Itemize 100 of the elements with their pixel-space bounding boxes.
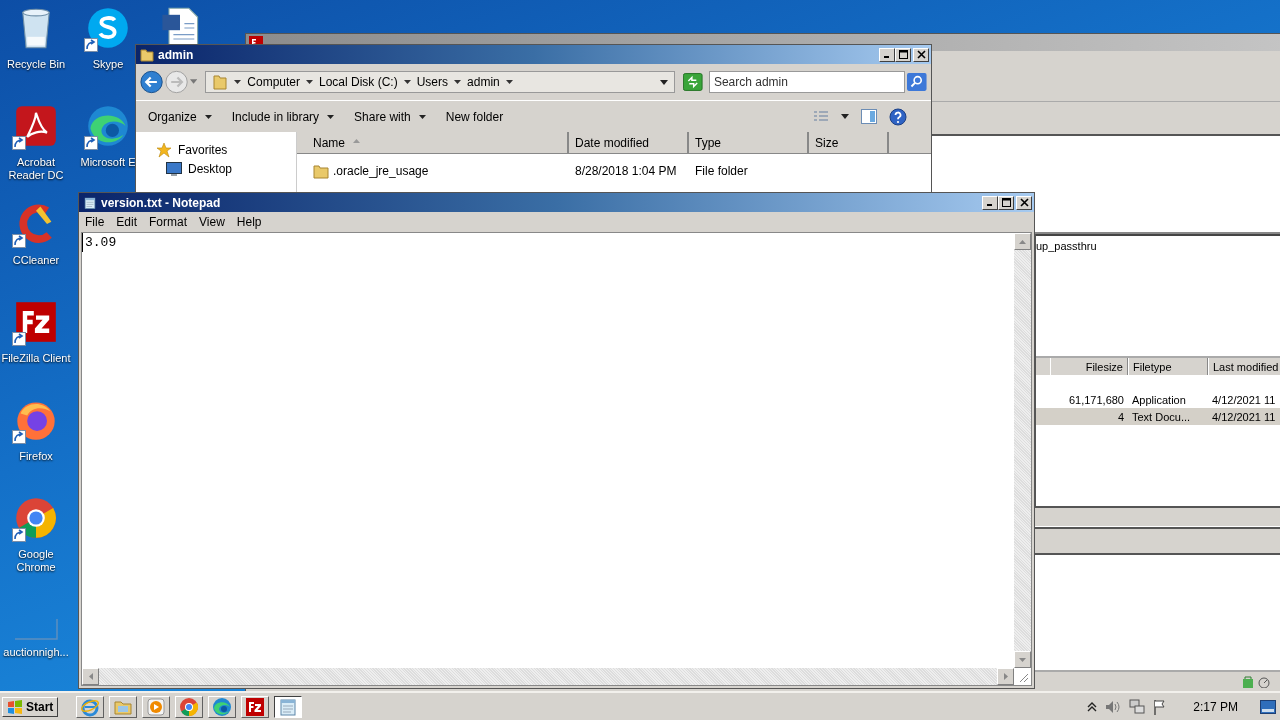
edge-icon bbox=[86, 104, 130, 148]
breadcrumb-item[interactable]: Local Disk (C:) bbox=[319, 75, 398, 89]
search-icon[interactable] bbox=[907, 72, 927, 92]
column-header[interactable]: Date modified bbox=[569, 132, 689, 153]
caret-icon[interactable] bbox=[505, 79, 513, 85]
table-cell-text: 4/12/2021 11 bbox=[1211, 410, 1277, 423]
file-name[interactable]: .oracle_jre_usage bbox=[297, 163, 569, 179]
navigation-item[interactable]: Favorites bbox=[136, 140, 296, 159]
address-bar[interactable]: Computer Local Disk (C:) Users admin bbox=[205, 71, 676, 93]
minimize-button[interactable] bbox=[879, 47, 895, 62]
refresh-icon[interactable] bbox=[683, 72, 703, 92]
caret-icon[interactable] bbox=[306, 79, 313, 85]
dropdown-arrow-icon[interactable] bbox=[660, 79, 669, 85]
maximize-button[interactable] bbox=[998, 195, 1014, 210]
notepad-icon bbox=[83, 195, 97, 210]
help-icon[interactable] bbox=[889, 107, 907, 126]
left-arrow-icon bbox=[88, 673, 93, 680]
menu-item[interactable]: View bbox=[199, 214, 225, 229]
media-player-icon bbox=[146, 696, 167, 717]
table-cell-text: File folder bbox=[694, 164, 749, 178]
file-row[interactable]: 4 Text Docu... 4/12/2021 11 bbox=[1036, 408, 1280, 425]
desktop-icon-label[interactable]: Firefox bbox=[19, 450, 53, 463]
breadcrumb-item[interactable]: Users bbox=[416, 75, 449, 89]
window-title: version.txt - Notepad bbox=[101, 195, 221, 210]
up-arrow-icon bbox=[1019, 239, 1026, 244]
desktop-icon-label[interactable]: Recycle Bin bbox=[6, 58, 66, 71]
speaker-icon[interactable] bbox=[1105, 699, 1122, 714]
taskbar-button[interactable] bbox=[274, 695, 303, 718]
desktop-icon-label[interactable]: auctionnigh... bbox=[3, 646, 69, 659]
column-header[interactable]: Filetype bbox=[1128, 358, 1208, 375]
close-button[interactable] bbox=[1016, 195, 1032, 210]
dropdown-arrow-icon[interactable] bbox=[841, 114, 849, 119]
table-cell-text: Text Docu... bbox=[1131, 410, 1192, 423]
desktop-icon-label[interactable]: FileZilla Client bbox=[1, 352, 71, 365]
menu-item[interactable]: Format bbox=[149, 214, 188, 229]
chrome-icon bbox=[179, 696, 200, 717]
table-cell-text: Application bbox=[1131, 393, 1187, 406]
menu-item[interactable]: Help bbox=[236, 214, 262, 229]
column-header[interactable]: Last modified bbox=[1208, 358, 1280, 375]
toolbar-button[interactable]: Include in library bbox=[231, 109, 335, 124]
navigation-item[interactable]: Desktop bbox=[136, 159, 296, 178]
edge-icon bbox=[212, 696, 233, 717]
column-header[interactable]: Filesize bbox=[1050, 358, 1128, 375]
monitor-icon bbox=[166, 161, 182, 176]
close-button[interactable] bbox=[913, 47, 929, 62]
back-icon[interactable] bbox=[140, 69, 164, 95]
column-header[interactable]: Size bbox=[809, 132, 889, 153]
star-icon bbox=[156, 141, 172, 158]
desktop-icon-label[interactable]: Acrobat Reader DC bbox=[1, 156, 71, 182]
breadcrumb-item[interactable]: Computer bbox=[247, 75, 300, 89]
desktop-icon-label[interactable]: CCleaner bbox=[12, 254, 60, 267]
speed-gauge-icon bbox=[1258, 676, 1270, 688]
maximize-button[interactable] bbox=[895, 47, 911, 62]
minimize-button[interactable] bbox=[982, 195, 998, 210]
filezilla-icon bbox=[14, 300, 58, 344]
desktop-icon-label[interactable]: Skype bbox=[92, 58, 124, 71]
search-field[interactable]: Search admin bbox=[708, 71, 906, 93]
clock[interactable]: 2:17 PM bbox=[1193, 699, 1238, 714]
text-editor[interactable]: 3.09 bbox=[82, 233, 119, 252]
chrome-icon bbox=[14, 496, 58, 540]
maximize-icon bbox=[898, 50, 908, 59]
folder-icon bbox=[313, 163, 329, 179]
vertical-scrollbar[interactable] bbox=[1014, 233, 1031, 668]
table-cell-text: 4 bbox=[1116, 410, 1125, 423]
column-header[interactable]: Type bbox=[689, 132, 809, 153]
start-button[interactable]: Start bbox=[2, 696, 59, 717]
notepad-icon bbox=[278, 696, 299, 717]
filezilla-icon bbox=[245, 696, 266, 717]
resize-grip-icon[interactable] bbox=[1017, 671, 1029, 683]
directory-tree-item[interactable]: up_passthru bbox=[1036, 236, 1280, 252]
windows-logo-icon bbox=[7, 699, 23, 714]
network-icon[interactable] bbox=[1129, 698, 1146, 715]
breadcrumb-item[interactable]: admin bbox=[467, 75, 500, 89]
show-desktop-icon[interactable] bbox=[1260, 699, 1276, 714]
caret-icon[interactable] bbox=[454, 79, 462, 85]
toolbar-button[interactable]: Organize bbox=[148, 109, 212, 124]
caret-icon[interactable] bbox=[403, 79, 411, 85]
desktop-icon-label[interactable]: Google Chrome bbox=[1, 548, 71, 574]
horizontal-scrollbar[interactable] bbox=[82, 668, 1014, 685]
menu-item[interactable]: Edit bbox=[116, 214, 138, 229]
blank-file-icon bbox=[14, 618, 58, 640]
chevron-up-icon[interactable] bbox=[1087, 701, 1098, 712]
down-arrow-icon bbox=[1019, 657, 1026, 662]
caret-icon[interactable] bbox=[234, 79, 242, 85]
preview-pane-icon[interactable] bbox=[861, 109, 877, 124]
desktop-icon-label[interactable]: Microsoft E bbox=[80, 156, 136, 169]
file-row[interactable]: 61,171,680 Application 4/12/2021 11 bbox=[1036, 391, 1280, 408]
toolbar-button[interactable]: New folder bbox=[445, 109, 504, 124]
close-icon bbox=[1019, 198, 1029, 207]
toolbar-button[interactable]: Share with bbox=[354, 109, 426, 124]
flag-icon[interactable] bbox=[1153, 698, 1168, 715]
close-icon bbox=[916, 50, 926, 59]
menu-item[interactable]: File bbox=[85, 214, 105, 229]
table-cell-text: 8/28/2018 1:04 PM bbox=[574, 164, 678, 178]
acrobat-icon bbox=[14, 104, 58, 148]
column-header[interactable]: Name bbox=[297, 132, 569, 153]
window-title: admin bbox=[158, 47, 194, 62]
lock-icon bbox=[1242, 676, 1254, 688]
skype-icon bbox=[86, 6, 130, 50]
folder-icon bbox=[212, 74, 229, 90]
